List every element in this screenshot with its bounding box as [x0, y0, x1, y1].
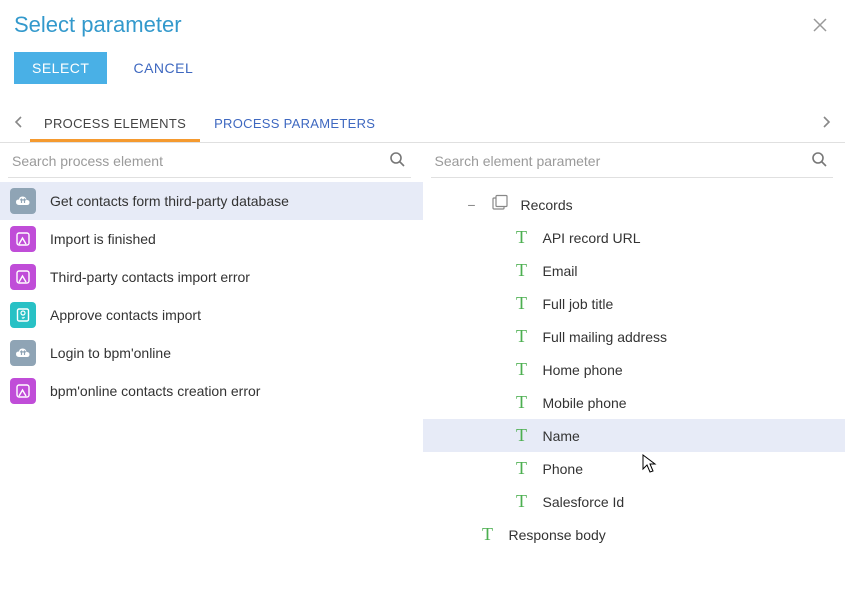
- element-parameter-search: [431, 143, 834, 178]
- text-type-icon: T: [513, 458, 531, 479]
- tab-process-parameters[interactable]: PROCESS PARAMETERS: [200, 106, 389, 142]
- records-group-row[interactable]: − Records: [423, 188, 845, 221]
- element-parameters-panel: − Records T API record URL T Email T Full job…: [423, 143, 845, 551]
- text-type-icon: T: [479, 524, 497, 545]
- chevron-left-icon[interactable]: [8, 111, 30, 138]
- process-element-search-input[interactable]: [10, 149, 385, 173]
- parameter-label: API record URL: [543, 230, 641, 246]
- cancel-button[interactable]: CANCEL: [133, 60, 193, 76]
- records-group-label: Records: [521, 197, 573, 213]
- records-icon: [491, 194, 509, 215]
- parameter-label: Mobile phone: [543, 395, 627, 411]
- process-element-label: Import is finished: [50, 231, 413, 247]
- text-type-icon: T: [513, 260, 531, 281]
- process-element-row[interactable]: Get contacts form third-party database: [0, 182, 423, 220]
- process-element-label: bpm'online contacts creation error: [50, 383, 413, 399]
- parameter-row-response-body[interactable]: T Response body: [423, 518, 845, 551]
- process-element-search: [8, 143, 411, 178]
- process-element-row[interactable]: bpm'online contacts creation error: [0, 372, 423, 410]
- teal-icon: [10, 302, 36, 328]
- parameter-tree: − Records T API record URL T Email T Full job…: [423, 178, 845, 551]
- search-icon[interactable]: [385, 151, 409, 172]
- parameter-label: Name: [543, 428, 580, 444]
- magenta-icon: [10, 264, 36, 290]
- collapse-icon[interactable]: −: [465, 197, 479, 213]
- process-element-row[interactable]: Approve contacts import: [0, 296, 423, 334]
- parameter-row[interactable]: T API record URL: [423, 221, 845, 254]
- tab-process-elements[interactable]: PROCESS ELEMENTS: [30, 106, 200, 142]
- process-element-row[interactable]: Login to bpm'online: [0, 334, 423, 372]
- parameter-label: Email: [543, 263, 578, 279]
- text-type-icon: T: [513, 359, 531, 380]
- text-type-icon: T: [513, 293, 531, 314]
- cloud-icon: [10, 340, 36, 366]
- parameter-row[interactable]: T Phone: [423, 452, 845, 485]
- tab-bar: PROCESS ELEMENTS PROCESS PARAMETERS: [0, 106, 845, 143]
- cloud-icon: [10, 188, 36, 214]
- dialog-title: Select parameter: [0, 0, 845, 46]
- text-type-icon: T: [513, 326, 531, 347]
- select-button[interactable]: SELECT: [14, 52, 107, 84]
- parameter-label: Salesforce Id: [543, 494, 625, 510]
- text-type-icon: T: [513, 227, 531, 248]
- parameter-label: Home phone: [543, 362, 623, 378]
- text-type-icon: T: [513, 425, 531, 446]
- process-element-label: Get contacts form third-party database: [50, 193, 413, 209]
- text-type-icon: T: [513, 392, 531, 413]
- magenta-icon: [10, 226, 36, 252]
- process-elements-panel: Get contacts form third-party database Im…: [0, 143, 423, 551]
- process-element-label: Third-party contacts import error: [50, 269, 413, 285]
- parameter-label: Full mailing address: [543, 329, 668, 345]
- parameter-label: Phone: [543, 461, 583, 477]
- element-parameter-search-input[interactable]: [433, 149, 808, 173]
- search-icon[interactable]: [807, 151, 831, 172]
- magenta-icon: [10, 378, 36, 404]
- process-element-list: Get contacts form third-party database Im…: [0, 178, 423, 410]
- process-element-label: Login to bpm'online: [50, 345, 413, 361]
- parameter-row[interactable]: T Mobile phone: [423, 386, 845, 419]
- parameter-row[interactable]: T Salesforce Id: [423, 485, 845, 518]
- parameter-row[interactable]: T Full job title: [423, 287, 845, 320]
- text-type-icon: T: [513, 491, 531, 512]
- parameter-label: Full job title: [543, 296, 614, 312]
- parameter-row[interactable]: T Full mailing address: [423, 320, 845, 353]
- parameter-row[interactable]: T Name: [423, 419, 845, 452]
- process-element-row[interactable]: Import is finished: [0, 220, 423, 258]
- process-element-row[interactable]: Third-party contacts import error: [0, 258, 423, 296]
- chevron-right-icon[interactable]: [815, 111, 837, 138]
- parameter-row[interactable]: T Home phone: [423, 353, 845, 386]
- close-icon[interactable]: [813, 16, 827, 37]
- process-element-label: Approve contacts import: [50, 307, 413, 323]
- parameter-row[interactable]: T Email: [423, 254, 845, 287]
- parameter-label: Response body: [509, 527, 606, 543]
- dialog-action-bar: SELECT CANCEL: [0, 46, 845, 106]
